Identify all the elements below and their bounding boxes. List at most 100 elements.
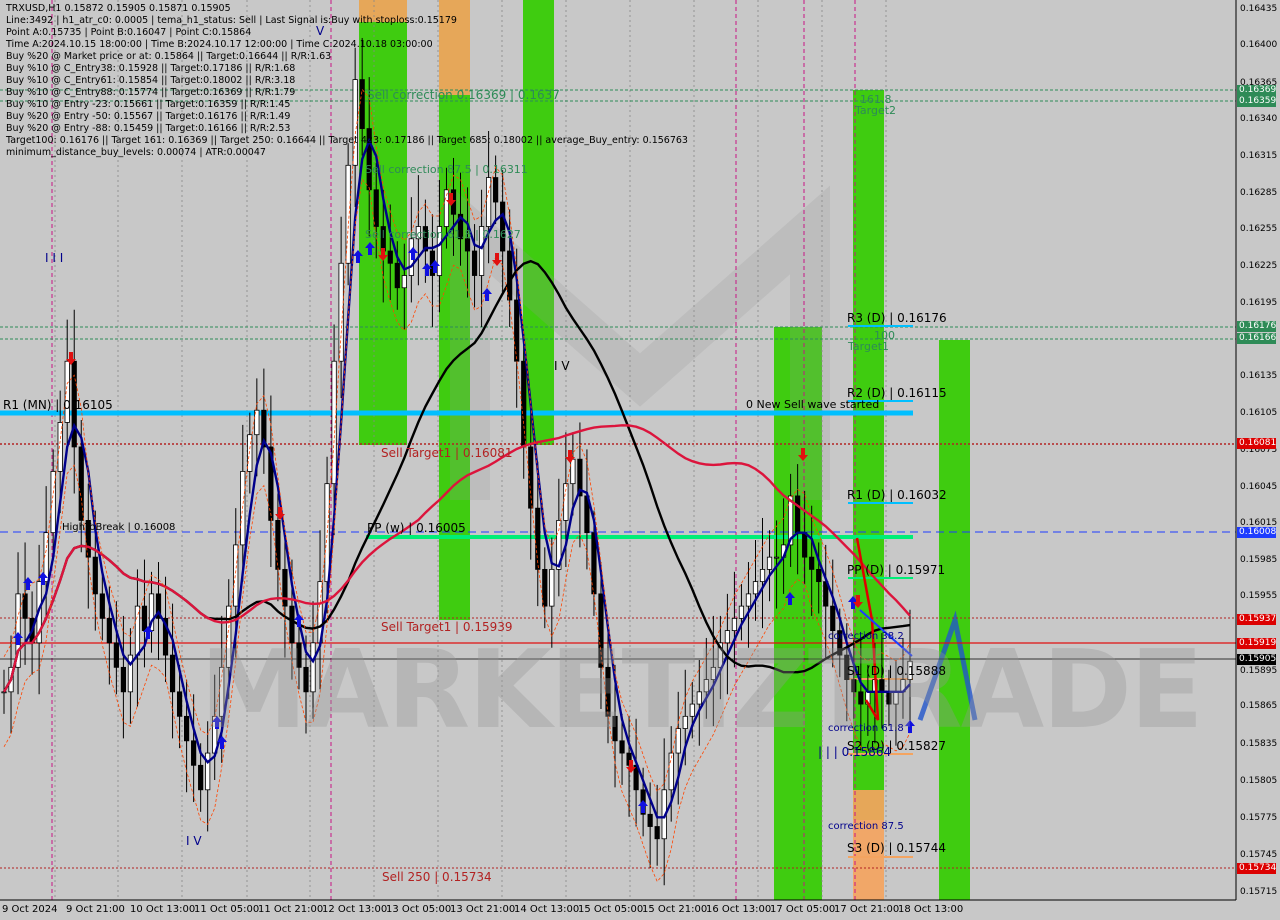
y-tick-label: 0.16285 — [1240, 188, 1278, 198]
s3-d-label: S3 (D) | 0.15744 — [847, 841, 946, 855]
y-tick-label: 0.15865 — [1240, 701, 1278, 711]
target2-value: 161.8 — [860, 93, 892, 106]
pp-w-label: PP (w) | 0.16005 — [367, 521, 466, 535]
candle-bull — [766, 556, 773, 570]
x-tick-label: 13 Oct 05:00 — [386, 904, 452, 915]
info-line: Target100: 0.16176 || Target 161: 0.1636… — [6, 135, 688, 146]
target1-value: 100 — [874, 329, 895, 342]
sell-target-mid-label: Sell Target1 | 0.16081 — [381, 446, 513, 460]
info-line: TRXUSD,H1 0.15872 0.15905 0.15871 0.1590… — [6, 3, 231, 14]
candle-bear — [120, 666, 126, 693]
buy-arrow-icon — [23, 577, 33, 590]
info-line: Buy %20 @ Entry -88: 0.15459 || Target:0… — [6, 123, 291, 134]
pp-d-label: PP (D) | 0.15971 — [847, 563, 946, 577]
correction-875-label: correction 87.5 — [828, 821, 904, 832]
candle-bull — [247, 434, 253, 472]
candle-bear — [275, 520, 281, 570]
y-tick-label: 0.15805 — [1240, 776, 1278, 786]
info-line: Buy %10 @ C_Entry61: 0.15854 || Target:0… — [6, 75, 296, 86]
candle-bull — [570, 458, 576, 485]
candle-bull — [773, 556, 780, 559]
x-tick-label: 15 Oct 05:00 — [578, 904, 644, 915]
info-line: Buy %20 @ Entry -50: 0.15567 || Target:0… — [6, 111, 291, 122]
candle-bear — [113, 642, 119, 668]
price-tag: 0.15905 — [1237, 654, 1277, 665]
price-tag: 0.16008 — [1237, 527, 1277, 538]
y-tick-label: 0.16195 — [1240, 298, 1278, 308]
candle-bear — [795, 495, 801, 534]
x-tick-label: 10 Oct 13:00 — [130, 904, 196, 915]
sell-250-label: Sell 250 | 0.15734 — [382, 870, 492, 884]
info-line: Buy %10 @ C_Entry38: 0.15928 || Target:0… — [6, 63, 296, 74]
sell-correction-875-label: Sell correction 87.5 | 0.16311 — [365, 163, 528, 176]
candle-bear — [92, 556, 98, 595]
price-tag: 0.16359 — [1237, 96, 1277, 107]
candle-bear — [493, 177, 499, 203]
price-tag: 0.16081 — [1237, 438, 1277, 449]
x-tick-label: 14 Oct 13:00 — [514, 904, 580, 915]
s1-d-label: S1 (D) | 0.15888 — [847, 664, 946, 678]
info-line: Buy %20 @ Market price or at: 0.15864 ||… — [6, 51, 332, 62]
x-tick-label: 12 Oct 13:00 — [322, 904, 388, 915]
high-to-break-label: HighToBreak | 0.16008 — [62, 522, 176, 533]
candle-bear — [802, 532, 808, 558]
x-tick-label: 16 Oct 13:00 — [706, 904, 772, 915]
wave-iii-label: I I I — [45, 251, 64, 265]
candle-bull — [64, 360, 70, 423]
candle-bear — [647, 813, 653, 827]
r3-d-label: R3 (D) | 0.16176 — [847, 311, 947, 325]
candle-bear — [99, 593, 105, 619]
candle-bull — [57, 422, 63, 472]
watermark-text: MARKETIZTRADE — [200, 628, 1204, 753]
candle-bear — [521, 360, 527, 448]
candle-bull — [134, 605, 141, 656]
candle-bear — [816, 568, 822, 583]
y-tick-label: 0.15715 — [1240, 887, 1278, 897]
r1-d-label: R1 (D) | 0.16032 — [847, 488, 947, 502]
candle-bear — [106, 617, 112, 644]
wave-iv-label-a: I V — [186, 834, 202, 848]
candle-bear — [373, 189, 379, 227]
candle-bear — [191, 740, 197, 766]
x-tick-label: 9 Oct 2024 — [2, 904, 58, 915]
x-tick-label: 17 Oct 21:00 — [834, 904, 900, 915]
info-panel: TRXUSD,H1 0.15872 0.15905 0.15871 0.1590… — [6, 3, 688, 159]
candle-bear — [169, 654, 176, 693]
y-tick-label: 0.16045 — [1240, 482, 1278, 492]
correction-618-label: correction 61.8 — [828, 723, 904, 734]
price-tag: 0.15734 — [1237, 863, 1277, 874]
c-point-label: | | | 0.15864 — [818, 745, 892, 759]
y-tick-label: 0.15955 — [1240, 591, 1278, 601]
y-tick-label: 0.16400 — [1240, 40, 1278, 50]
candle-bear — [507, 250, 513, 301]
sell-correction-top-label: Sell correction 0.16369 | 0.1637 — [367, 88, 560, 102]
info-line: Time A:2024.10.15 18:00:00 | Time B:2024… — [6, 39, 433, 50]
r2-d-label: R2 (D) | 0.16115 — [847, 386, 947, 400]
candle-bear — [830, 605, 836, 632]
candle-bull — [486, 177, 492, 227]
candle-bear — [176, 691, 183, 717]
x-tick-label: 9 Oct 21:00 — [66, 904, 125, 915]
x-tick-label: 18 Oct 13:00 — [898, 904, 964, 915]
y-tick-label: 0.16225 — [1240, 261, 1278, 271]
sell-target-low-label: Sell Target1 | 0.15939 — [381, 620, 513, 634]
y-tick-label: 0.15775 — [1240, 813, 1278, 823]
info-line: Buy %10 @ C_Entry88: 0.15774 || Target:0… — [6, 87, 296, 98]
candle-bear — [542, 568, 548, 607]
x-tick-label: 15 Oct 21:00 — [642, 904, 708, 915]
chart-root: MARKETIZTRADE TRXUSD,H1 0.15872 0.15905 … — [0, 0, 1280, 920]
candle-bull — [549, 568, 555, 607]
candle-bear — [184, 715, 190, 742]
candle-bull — [752, 581, 759, 595]
y-tick-label: 0.16340 — [1240, 114, 1278, 124]
y-tick-label: 0.15985 — [1240, 555, 1278, 565]
info-line: minimum_distance_buy_levels: 0.00074 | A… — [6, 147, 266, 158]
info-line: Buy %10 @ Entry -23: 0.15661 || Target:0… — [6, 99, 291, 110]
candle-bear — [514, 299, 520, 362]
candle-bull — [401, 275, 407, 289]
candle-bear — [387, 250, 393, 264]
sell-correction-618-label: Sell correction 61.8 | 0.1627 — [365, 228, 521, 241]
y-tick-label: 0.15835 — [1240, 739, 1278, 749]
y-tick-label: 0.16435 — [1240, 4, 1278, 14]
candle-bull — [759, 568, 766, 583]
